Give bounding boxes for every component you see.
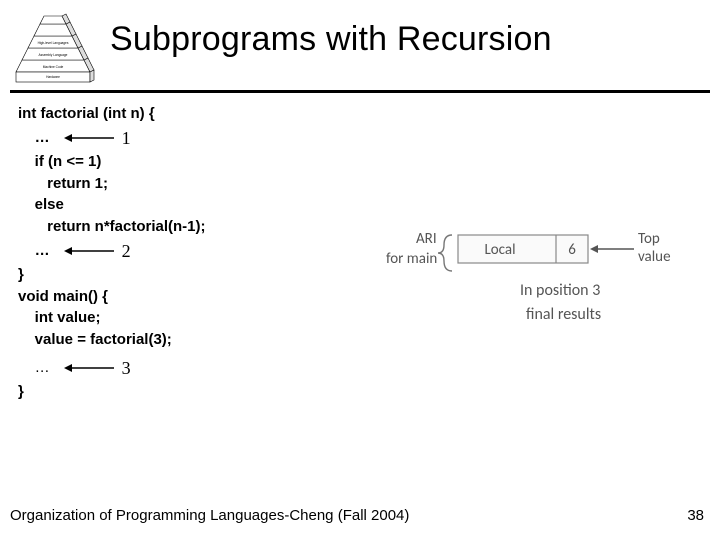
- arrow-left-icon: [64, 246, 114, 256]
- page-number: 38: [687, 507, 704, 524]
- arrow-left-icon: [64, 363, 114, 373]
- code-line: }: [18, 264, 358, 286]
- svg-text:High-level Languages: High-level Languages: [38, 41, 69, 45]
- ari-diagram: ARI for main Local 6 Top value In positi…: [358, 103, 710, 346]
- brace-icon: [438, 235, 452, 271]
- code-line: int value;: [18, 307, 358, 329]
- local-label: Local: [484, 241, 515, 259]
- slide-body: int factorial (int n) { … 1 if (n <= 1) …: [0, 93, 720, 403]
- code-line-annot-1: … 1: [18, 125, 131, 151]
- code-line: return n*factorial(n-1);: [18, 216, 358, 238]
- caption-line-2: final results: [526, 305, 601, 324]
- code-line: if (n <= 1): [18, 151, 358, 173]
- code-line-annot-3: … 3: [18, 355, 131, 381]
- code-line: return 1;: [18, 173, 358, 195]
- value-label: value: [638, 248, 671, 266]
- code-line: …: [18, 357, 50, 379]
- pyramid-icon: Machine Code Assembly Language High-leve…: [10, 12, 96, 84]
- ari-label: ARI: [416, 230, 437, 248]
- arrow-left-icon: [64, 133, 114, 143]
- stack-frame-diagram: ARI for main Local 6 Top value In positi…: [380, 221, 680, 341]
- code-line: …: [18, 240, 50, 262]
- top-label: Top: [638, 230, 660, 248]
- local-value: 6: [568, 241, 576, 259]
- code-listing: int factorial (int n) { … 1 if (n <= 1) …: [18, 103, 358, 403]
- arrow-head: [590, 245, 598, 253]
- caption-line-1: In position 3: [520, 281, 600, 300]
- code-line: else: [18, 194, 358, 216]
- svg-text:Hardware: Hardware: [46, 75, 60, 79]
- slide-title: Subprograms with Recursion: [110, 20, 552, 59]
- for-main-label: for main: [386, 250, 437, 268]
- code-line: }: [18, 381, 358, 403]
- code-line: value = factorial(3);: [18, 329, 358, 351]
- slide-header: Machine Code Assembly Language High-leve…: [0, 0, 720, 84]
- svg-text:Assembly Language: Assembly Language: [39, 53, 68, 57]
- annotation-number: 1: [122, 125, 131, 151]
- code-line-annot-2: … 2: [18, 238, 131, 264]
- code-line: int factorial (int n) {: [18, 103, 358, 125]
- slide-footer: Organization of Programming Languages-Ch…: [10, 507, 409, 524]
- annotation-number: 2: [122, 238, 131, 264]
- code-line: void main() {: [18, 286, 358, 308]
- code-line: …: [18, 127, 50, 149]
- svg-text:Machine Code: Machine Code: [43, 65, 64, 69]
- annotation-number: 3: [122, 355, 131, 381]
